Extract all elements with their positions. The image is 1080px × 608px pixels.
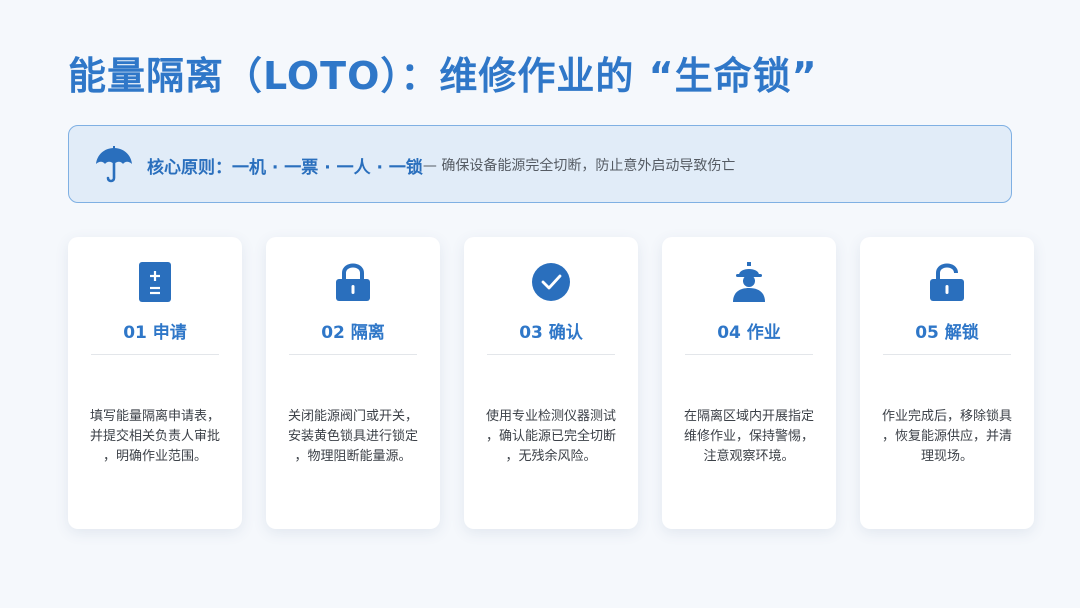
divider — [487, 354, 615, 355]
divider — [883, 354, 1011, 355]
unlock-icon — [930, 263, 964, 301]
step-card-apply: 01 申请 填写能量隔离申请表， 并提交相关负责人审批 ，明确作业范围。 — [68, 237, 242, 529]
lock-icon — [336, 263, 370, 301]
step-title: 04 作业 — [717, 323, 781, 343]
step-title: 02 隔离 — [321, 323, 385, 343]
page-title: 能量隔离（LOTO）：维修作业的 “生命锁” — [68, 54, 818, 98]
divider — [91, 354, 219, 355]
step-description: 在隔离区域内开展指定 维修作业，保持警惕， 注意观察环境。 — [683, 409, 814, 464]
step-card-confirm: 03 确认 使用专业检测仪器测试 ，确认能源已完全切断 ，无残余风险。 — [464, 237, 638, 529]
step-title: 05 解锁 — [915, 323, 979, 343]
step-title: 03 确认 — [519, 323, 583, 343]
step-description: 填写能量隔离申请表， 并提交相关负责人审批 ，明确作业范围。 — [89, 409, 220, 464]
step-title: 01 申请 — [123, 323, 187, 343]
step-card-isolate: 02 隔离 关闭能源阀门或开关， 安装黄色锁具进行锁定 ，物理阻断能量源。 — [266, 237, 440, 529]
principle-note: — 确保设备能源完全切断，防止意外启动导致伤亡 — [422, 158, 736, 174]
divider — [685, 354, 813, 355]
divider — [289, 354, 417, 355]
core-principle-banner: 核心原则：一机 · 一票 · 一人 · 一锁 — 确保设备能源完全切断，防止意外… — [68, 125, 1012, 203]
principle-label: 核心原则：一机 · 一票 · 一人 · 一锁 — [147, 157, 423, 178]
worker-icon — [733, 262, 765, 302]
step-card-work: 04 作业 在隔离区域内开展指定 维修作业，保持警惕， 注意观察环境。 — [662, 237, 836, 529]
step-description: 使用专业检测仪器测试 ，确认能源已完全切断 ，无残余风险。 — [485, 409, 616, 464]
check-circle-icon — [532, 263, 570, 301]
form-icon — [139, 262, 171, 302]
step-description: 作业完成后，移除锁具 ，恢复能源供应，并清 理现场。 — [881, 409, 1012, 464]
umbrella-icon — [96, 146, 132, 183]
step-description: 关闭能源阀门或开关， 安装黄色锁具进行锁定 ，物理阻断能量源。 — [287, 409, 418, 464]
step-card-unlock: 05 解锁 作业完成后，移除锁具 ，恢复能源供应，并清 理现场。 — [860, 237, 1034, 529]
